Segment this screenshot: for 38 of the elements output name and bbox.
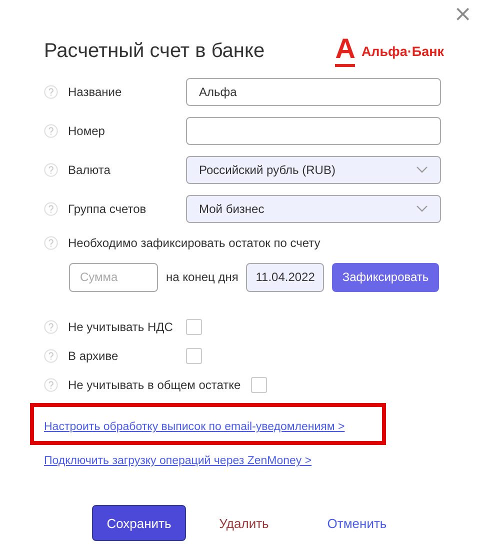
select-field[interactable]: Мой бизнес [186,194,441,222]
checkbox-label: В архиве [68,348,120,362]
chevron-down-icon [416,204,428,212]
help-icon[interactable] [44,162,58,176]
checkbox[interactable] [186,318,202,334]
date-label: на конец дня [166,270,238,284]
field-label: Группа счетов [68,202,148,216]
input-field[interactable] [186,116,441,144]
link[interactable]: Подключить загрузку операций через ZenMoney > [44,455,312,467]
help-icon[interactable] [44,124,58,138]
select-field[interactable]: Российский рубль (RUB) [186,156,441,184]
field-label: Валюта [68,162,112,176]
help-icon[interactable] [44,84,58,98]
fix-button[interactable]: Зафиксировать [332,262,439,292]
field-label: Номер [68,124,106,138]
bank-logo-mark: А [335,35,356,67]
delete-button[interactable]: Удалить [196,505,292,541]
help-icon[interactable] [44,236,58,250]
help-icon[interactable] [44,378,58,392]
checkbox[interactable] [250,376,267,392]
checkbox[interactable] [186,348,202,364]
input-field[interactable]: Альфа [186,78,441,106]
date-field[interactable]: 11.04.2022 [246,262,324,292]
field-label: Название [68,84,123,98]
help-icon[interactable] [44,202,58,216]
close-button[interactable]: × [450,4,476,26]
cancel-button[interactable]: Отменить [302,505,412,541]
bank-logo-name: Альфа·Банк [361,44,444,58]
help-icon[interactable] [44,348,58,362]
amount-field[interactable]: Сумма [69,262,158,292]
field-label: Необходимо зафиксировать остаток по счету [68,236,320,250]
help-icon[interactable] [44,320,58,334]
dialog-title: Расчетный счет в банке [44,40,265,62]
link[interactable]: Настроить обработку выписок по email-уведомлениям > [44,421,345,433]
chevron-down-icon [416,166,428,174]
checkbox-label: Не учитывать НДС [68,320,174,334]
save-button[interactable]: Сохранить [92,505,186,541]
checkbox-label: Не учитывать в общем остатке [68,378,241,392]
